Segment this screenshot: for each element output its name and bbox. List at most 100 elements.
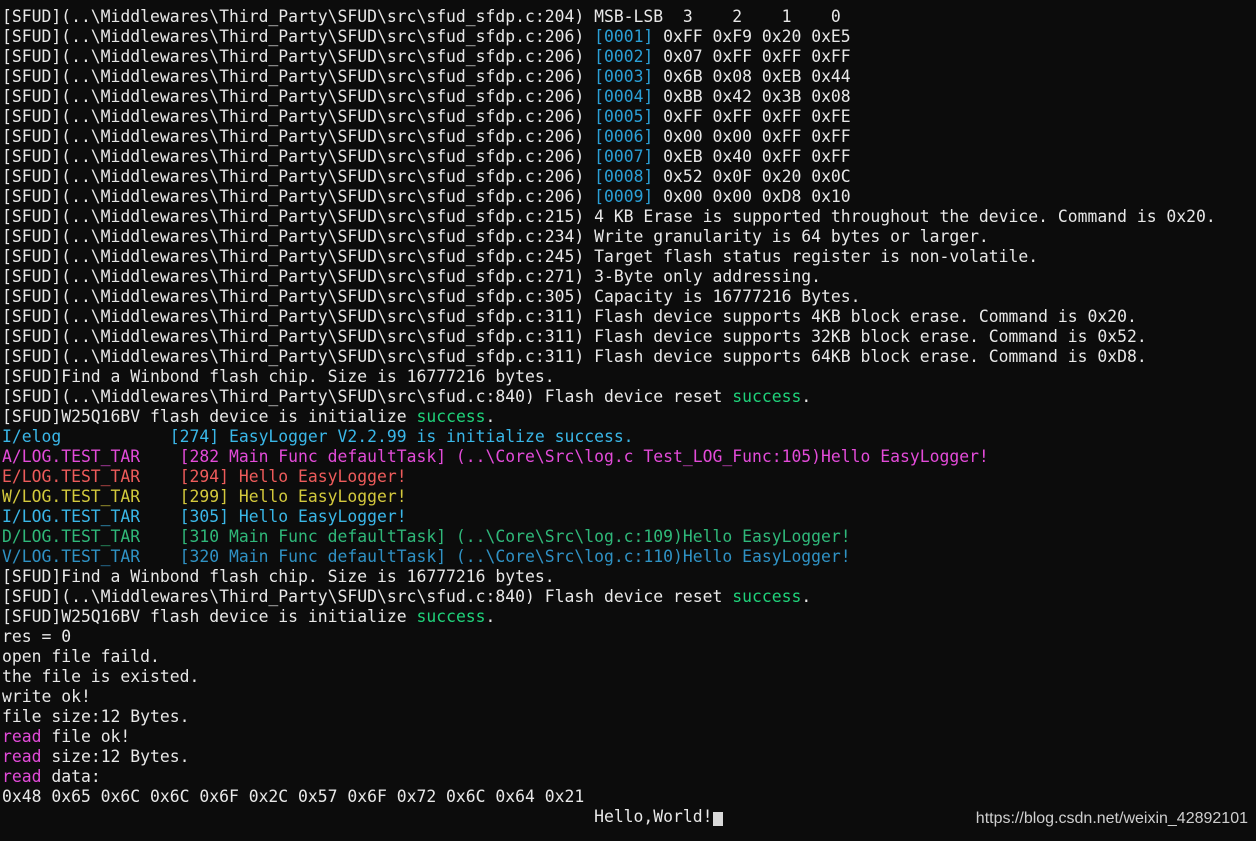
terminal-line: [SFUD](..\Middlewares\Third_Party\SFUD\s… [2,307,1254,327]
terminal-text-segment: Hello,World! [2,807,713,826]
terminal-text-segment: [0001] [594,27,654,46]
terminal-text-segment: D/LOG.TEST_TAR [310 Main Func defaultTas… [2,527,851,546]
terminal-line: [SFUD](..\Middlewares\Third_Party\SFUD\s… [2,47,1254,67]
terminal-text-segment: success [416,407,486,426]
terminal-text-segment: success [732,387,802,406]
terminal-text-segment: [0006] [594,127,654,146]
terminal-text-segment: [0004] [594,87,654,106]
terminal-text-segment: [SFUD]W25Q16BV flash device is initializ… [2,407,417,426]
terminal-line: write ok! [2,687,1254,707]
terminal-line: the file is existed. [2,667,1254,687]
terminal-text-segment: [SFUD]Find a Winbond flash chip. Size is… [2,367,555,386]
watermark-text: https://blog.csdn.net/weixin_42892101 [975,810,1248,827]
terminal-line: I/LOG.TEST_TAR [305] Hello EasyLogger! [2,507,1254,527]
terminal-line: [SFUD](..\Middlewares\Third_Party\SFUD\s… [2,107,1254,127]
terminal-line: open file faild. [2,647,1254,667]
terminal-text-segment: [SFUD](..\Middlewares\Third_Party\SFUD\s… [2,67,595,86]
terminal-line: [SFUD](..\Middlewares\Third_Party\SFUD\s… [2,347,1254,367]
terminal-text-segment: success [732,587,802,606]
terminal-text-segment: [SFUD](..\Middlewares\Third_Party\SFUD\s… [2,167,595,186]
terminal-line: [SFUD](..\Middlewares\Third_Party\SFUD\s… [2,167,1254,187]
terminal-text-segment: [SFUD]W25Q16BV flash device is initializ… [2,607,417,626]
terminal-line: [SFUD](..\Middlewares\Third_Party\SFUD\s… [2,87,1254,107]
terminal-line: E/LOG.TEST_TAR [294] Hello EasyLogger! [2,467,1254,487]
terminal-line: [SFUD](..\Middlewares\Third_Party\SFUD\s… [2,187,1254,207]
terminal-text-segment: [0002] [594,47,654,66]
terminal-text-segment: open file faild. [2,647,160,666]
terminal-text-segment: [SFUD](..\Middlewares\Third_Party\SFUD\s… [2,587,733,606]
terminal-text-segment: [SFUD](..\Middlewares\Third_Party\SFUD\s… [2,87,595,106]
terminal-line: [SFUD](..\Middlewares\Third_Party\SFUD\s… [2,207,1254,227]
terminal-text-segment: [SFUD](..\Middlewares\Third_Party\SFUD\s… [2,207,1216,226]
terminal-text-segment: read [2,747,42,766]
terminal-text-segment: [SFUD](..\Middlewares\Third_Party\SFUD\s… [2,247,1039,266]
terminal-text-segment: read [2,727,42,746]
terminal-text-segment: I/LOG.TEST_TAR [305] Hello EasyLogger! [2,507,407,526]
terminal-text-segment: 0x07 0xFF 0xFF 0xFF [653,47,851,66]
terminal-line: [SFUD](..\Middlewares\Third_Party\SFUD\s… [2,327,1254,347]
terminal-text-segment: [SFUD](..\Middlewares\Third_Party\SFUD\s… [2,327,1147,346]
terminal-text-segment: 0xFF 0xFF 0xFF 0xFE [653,107,851,126]
terminal-text-segment: [SFUD](..\Middlewares\Third_Party\SFUD\s… [2,147,595,166]
terminal-text-segment: file ok! [41,727,131,746]
terminal-text-segment: V/LOG.TEST_TAR [320 Main Func defaultTas… [2,547,851,566]
terminal-line: D/LOG.TEST_TAR [310 Main Func defaultTas… [2,527,1254,547]
terminal-line: [SFUD](..\Middlewares\Third_Party\SFUD\s… [2,287,1254,307]
terminal-text-segment: write ok! [2,687,91,706]
terminal-text-segment: 0xEB 0x40 0xFF 0xFF [653,147,851,166]
terminal-line: [SFUD](..\Middlewares\Third_Party\SFUD\s… [2,247,1254,267]
terminal-text-segment: . [801,387,812,406]
terminal-text-segment: 0x00 0x00 0xFF 0xFF [653,127,851,146]
terminal-text-segment: [SFUD](..\Middlewares\Third_Party\SFUD\s… [2,267,822,286]
terminal-line: read data: [2,767,1254,787]
terminal-line: [SFUD](..\Middlewares\Third_Party\SFUD\s… [2,67,1254,87]
terminal-text-segment: 0x6B 0x08 0xEB 0x44 [653,67,851,86]
terminal-text-segment: read [2,767,42,786]
terminal-line: [SFUD](..\Middlewares\Third_Party\SFUD\s… [2,27,1254,47]
terminal-output: [SFUD](..\Middlewares\Third_Party\SFUD\s… [2,7,1254,827]
terminal-text-segment: [SFUD](..\Middlewares\Third_Party\SFUD\s… [2,107,595,126]
terminal-text-segment: [0005] [594,107,654,126]
terminal-text-segment: [0008] [594,167,654,186]
terminal-text-segment: . [485,407,496,426]
terminal-line: [SFUD]Find a Winbond flash chip. Size is… [2,367,1254,387]
terminal-text-segment: [SFUD](..\Middlewares\Third_Party\SFUD\s… [2,227,989,246]
terminal-line: [SFUD]Find a Winbond flash chip. Size is… [2,567,1254,587]
terminal-text-segment: [SFUD](..\Middlewares\Third_Party\SFUD\s… [2,127,595,146]
terminal-line: I/elog [274] EasyLogger V2.2.99 is initi… [2,427,1254,447]
terminal-line: [SFUD](..\Middlewares\Third_Party\SFUD\s… [2,7,1254,27]
terminal-text-segment: E/LOG.TEST_TAR [294] Hello EasyLogger! [2,467,407,486]
terminal-text-segment: 0x48 0x65 0x6C 0x6C 0x6F 0x2C 0x57 0x6F … [2,787,585,806]
terminal-line: [SFUD](..\Middlewares\Third_Party\SFUD\s… [2,267,1254,287]
terminal-text-segment: W/LOG.TEST_TAR [299] Hello EasyLogger! [2,487,407,506]
terminal-text-segment: . [801,587,812,606]
terminal-text-segment: [SFUD](..\Middlewares\Third_Party\SFUD\s… [2,307,1137,326]
terminal-line: [SFUD]W25Q16BV flash device is initializ… [2,407,1254,427]
terminal-text-segment: res = 0 [2,627,72,646]
terminal-line: [SFUD](..\Middlewares\Third_Party\SFUD\s… [2,587,1254,607]
terminal-line: res = 0 [2,627,1254,647]
terminal-text-segment: 0xFF 0xF9 0x20 0xE5 [653,27,851,46]
terminal-text-segment: 0xBB 0x42 0x3B 0x08 [653,87,851,106]
terminal-line: A/LOG.TEST_TAR [282 Main Func defaultTas… [2,447,1254,467]
terminal-text-segment: [SFUD](..\Middlewares\Third_Party\SFUD\s… [2,47,595,66]
terminal-line: read size:12 Bytes. [2,747,1254,767]
terminal-line: [SFUD](..\Middlewares\Third_Party\SFUD\s… [2,227,1254,247]
terminal-text-segment: [0003] [594,67,654,86]
terminal-text-segment: [0007] [594,147,654,166]
terminal-line: [SFUD]W25Q16BV flash device is initializ… [2,607,1254,627]
terminal-text-segment: size:12 Bytes. [41,747,190,766]
terminal-text-segment: [SFUD](..\Middlewares\Third_Party\SFUD\s… [2,287,861,306]
terminal-line: 0x48 0x65 0x6C 0x6C 0x6F 0x2C 0x57 0x6F … [2,787,1254,807]
terminal-line: V/LOG.TEST_TAR [320 Main Func defaultTas… [2,547,1254,567]
text-cursor [712,812,723,826]
terminal-line: [SFUD](..\Middlewares\Third_Party\SFUD\s… [2,147,1254,167]
terminal-text-segment: I/elog [274] EasyLogger V2.2.99 is initi… [2,427,634,446]
terminal-line: file size:12 Bytes. [2,707,1254,727]
terminal-line: W/LOG.TEST_TAR [299] Hello EasyLogger! [2,487,1254,507]
terminal-text-segment: [SFUD](..\Middlewares\Third_Party\SFUD\s… [2,187,595,206]
terminal-text-segment: [SFUD](..\Middlewares\Third_Party\SFUD\s… [2,347,1147,366]
terminal-text-segment: [SFUD](..\Middlewares\Third_Party\SFUD\s… [2,7,841,26]
terminal-line: [SFUD](..\Middlewares\Third_Party\SFUD\s… [2,127,1254,147]
terminal-text-segment: file size:12 Bytes. [2,707,190,726]
